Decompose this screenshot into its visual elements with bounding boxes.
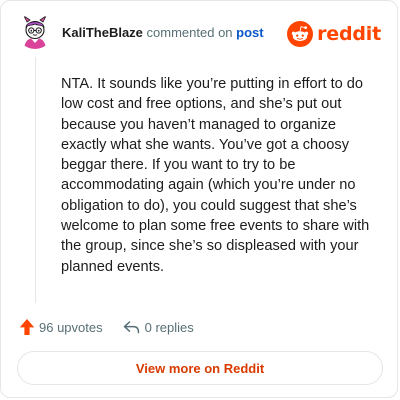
comment-header: KaliTheBlaze commented on post [62,25,264,41]
reply-arrow-icon [123,321,139,334]
post-link[interactable]: post [236,25,263,40]
thread-line [35,57,36,303]
reddit-wordmark: reddit [317,23,381,45]
replies-count: 0 replies [144,319,194,335]
comment-actions: 96 upvotes 0 replies [19,317,194,337]
upvote-button[interactable]: 96 upvotes [19,318,103,336]
comment-embed-card: KaliTheBlaze commented on post reddit NT… [0,0,398,398]
reddit-logo-icon [287,21,314,47]
username-link[interactable]: KaliTheBlaze [62,25,143,40]
reddit-brand[interactable]: reddit [287,21,381,47]
replies-button[interactable]: 0 replies [123,320,194,335]
commented-on-text: commented on [146,25,233,40]
upvote-arrow-icon [19,319,35,335]
view-more-on-reddit-button[interactable]: View more on Reddit [17,351,383,385]
avatar[interactable] [17,13,53,49]
comment-body: NTA. It sounds like you’re putting in ef… [61,76,370,275]
upvote-count: 96 upvotes [39,319,103,335]
avatar-icon [17,13,53,49]
